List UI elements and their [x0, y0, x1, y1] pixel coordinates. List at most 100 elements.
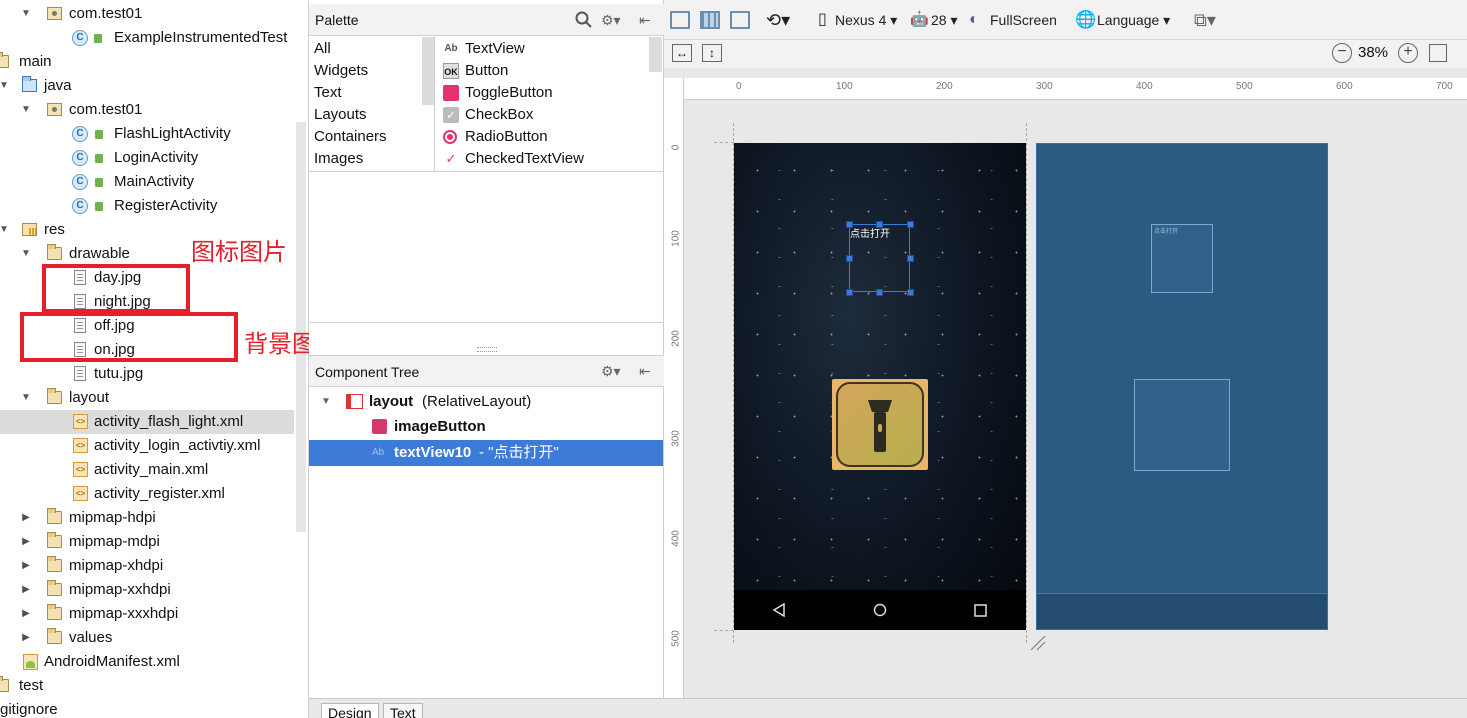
both-views-icon[interactable]: [730, 11, 750, 29]
guide-line: [1026, 123, 1027, 643]
palette-widget-checkbox[interactable]: ✓ CheckBox: [443, 104, 533, 126]
tree-item-activity-register-xml[interactable]: <> activity_register.xml: [0, 482, 294, 506]
tree-item-java[interactable]: ▼ java: [0, 74, 294, 98]
zoom-to-fit-icon[interactable]: [1429, 44, 1447, 62]
tree-item-activity-main-xml[interactable]: <> activity_main.xml: [0, 458, 294, 482]
gear-icon[interactable]: ⚙▾: [601, 2, 621, 38]
tree-item-values[interactable]: ▶ values: [0, 626, 294, 650]
expand-arrow-icon[interactable]: ▼: [20, 2, 32, 26]
resize-handle[interactable]: [907, 255, 914, 262]
recents-icon: [974, 604, 987, 617]
palette-category-containers[interactable]: Containers: [314, 126, 387, 148]
design-view-icon[interactable]: [670, 11, 690, 29]
palette-widget-radiobutton[interactable]: RadioButton: [443, 126, 548, 148]
layout-variants-icon[interactable]: ⧉▾: [1194, 0, 1216, 40]
tree-item-com-test01[interactable]: ▼ com.test01: [0, 98, 294, 122]
tree-item-mipmap-xxhdpi[interactable]: ▶ mipmap-xxhdpi: [0, 578, 294, 602]
tree-scrollbar[interactable]: [296, 122, 306, 532]
tree-item-mipmap-hdpi[interactable]: ▶ mipmap-hdpi: [0, 506, 294, 530]
tree-item-layout[interactable]: ▼ layout: [0, 386, 294, 410]
blueprint-view-icon[interactable]: [700, 11, 720, 29]
category-scrollbar[interactable]: [422, 37, 434, 105]
gear-icon[interactable]: ⚙▾: [601, 353, 621, 389]
widget-scrollbar[interactable]: [649, 37, 662, 72]
tree-item-loginactivity[interactable]: C LoginActivity: [0, 146, 294, 170]
splitter-handle[interactable]: [477, 347, 497, 352]
collapsed-arrow-icon[interactable]: ▶: [20, 506, 32, 530]
resize-handle[interactable]: [876, 221, 883, 228]
tree-item-com-test01-androidtest[interactable]: ▼ com.test01: [0, 2, 294, 26]
collapsed-arrow-icon[interactable]: ▶: [20, 602, 32, 626]
palette-widget-textview[interactable]: Ab TextView: [443, 38, 524, 60]
resize-handle[interactable]: [846, 221, 853, 228]
tree-item-main[interactable]: main: [0, 50, 294, 74]
tree-item-mainactivity[interactable]: C MainActivity: [0, 170, 294, 194]
palette-widget-togglebutton[interactable]: ToggleButton: [443, 82, 553, 104]
expand-arrow-icon[interactable]: ▼: [0, 218, 10, 242]
annotation-box-background-images: [20, 312, 238, 362]
resize-corner-icon[interactable]: [1029, 634, 1047, 652]
api-dropdown[interactable]: 28 ▾: [931, 0, 958, 40]
tree-item-androidmanifest[interactable]: AndroidManifest.xml: [0, 650, 294, 674]
theme-button[interactable]: FullScreen: [990, 0, 1057, 40]
palette-category-widgets[interactable]: Widgets: [314, 60, 368, 82]
palette-category-all[interactable]: All: [314, 38, 331, 60]
textview-preview[interactable]: 点击打开: [850, 225, 890, 240]
device-dropdown[interactable]: Nexus 4 ▾: [835, 0, 897, 40]
expand-arrow-icon[interactable]: ▼: [0, 74, 10, 98]
palette-category-layouts[interactable]: Layouts: [314, 104, 367, 126]
component-tree-imagebutton[interactable]: imageButton: [309, 414, 663, 440]
blueprint-imagebutton[interactable]: [1134, 379, 1230, 471]
collapsed-arrow-icon[interactable]: ▶: [20, 530, 32, 554]
language-dropdown[interactable]: Language ▾: [1097, 0, 1170, 40]
tree-item-registeractivity[interactable]: C RegisterActivity: [0, 194, 294, 218]
tree-item-activity-login-xml[interactable]: <> activity_login_activtiy.xml: [0, 434, 294, 458]
collapsed-arrow-icon[interactable]: ▶: [20, 554, 32, 578]
palette-search-icon[interactable]: [575, 2, 593, 38]
imagebutton-preview[interactable]: [832, 379, 928, 470]
palette-widget-checkedtextview[interactable]: ✓ CheckedTextView: [443, 148, 584, 170]
expand-arrow-icon[interactable]: ▼: [20, 386, 32, 410]
expand-vertical-icon[interactable]: ↕: [702, 44, 722, 62]
phone-preview[interactable]: 点击打开: [734, 143, 1026, 630]
expand-arrow-icon[interactable]: ▼: [321, 389, 331, 415]
component-tree-textview10[interactable]: Ab textView10 - "点击打开": [309, 440, 663, 466]
expand-horizontal-icon[interactable]: ↔: [672, 44, 692, 62]
palette-category-text[interactable]: Text: [314, 82, 342, 104]
collapsed-arrow-icon[interactable]: ▶: [20, 626, 32, 650]
tree-item-mipmap-xhdpi[interactable]: ▶ mipmap-xhdpi: [0, 554, 294, 578]
tree-item-mipmap-xxxhdpi[interactable]: ▶ mipmap-xxxhdpi: [0, 602, 294, 626]
tree-item-activity-flash-light-xml[interactable]: <> activity_flash_light.xml: [0, 410, 294, 434]
xml-file-icon: <>: [73, 486, 88, 501]
expand-arrow-icon[interactable]: ▼: [20, 242, 32, 266]
expand-arrow-icon[interactable]: ▼: [20, 98, 32, 122]
resize-handle[interactable]: [846, 255, 853, 262]
resize-handle[interactable]: [846, 289, 853, 296]
tree-item-tutu-jpg[interactable]: tutu.jpg: [0, 362, 294, 386]
blueprint-preview[interactable]: 点击打开: [1036, 143, 1328, 630]
palette-widget-button[interactable]: OK Button: [443, 60, 508, 82]
tab-design[interactable]: Design: [321, 703, 379, 718]
home-icon: [873, 603, 887, 617]
tree-item-test[interactable]: test: [0, 674, 294, 698]
blueprint-textview[interactable]: 点击打开: [1151, 224, 1213, 293]
orientation-icon[interactable]: ⟲▾: [766, 0, 790, 40]
ruler-tick-label: 300: [1036, 81, 1053, 92]
lock-icon: [95, 178, 103, 187]
zoom-in-icon[interactable]: +: [1398, 43, 1418, 63]
collapse-panel-icon[interactable]: ⇤: [639, 2, 651, 38]
tree-item-flashlightactivity[interactable]: C FlashLightActivity: [0, 122, 294, 146]
zoom-out-icon[interactable]: −: [1332, 43, 1352, 63]
tab-text[interactable]: Text: [383, 703, 423, 718]
collapsed-arrow-icon[interactable]: ▶: [20, 578, 32, 602]
tree-item-example-instrumented-test[interactable]: C ExampleInstrumentedTest: [0, 26, 294, 50]
resize-handle[interactable]: [907, 289, 914, 296]
tree-item-label: activity_register.xml: [94, 485, 225, 502]
palette-category-images[interactable]: Images: [314, 148, 363, 170]
resize-handle[interactable]: [876, 289, 883, 296]
tree-item-gitignore[interactable]: gitignore: [0, 698, 294, 718]
component-tree-root[interactable]: ▼ layout (RelativeLayout): [309, 389, 663, 415]
tree-item-mipmap-mdpi[interactable]: ▶ mipmap-mdpi: [0, 530, 294, 554]
resize-handle[interactable]: [907, 221, 914, 228]
collapse-panel-icon[interactable]: ⇤: [639, 353, 651, 389]
